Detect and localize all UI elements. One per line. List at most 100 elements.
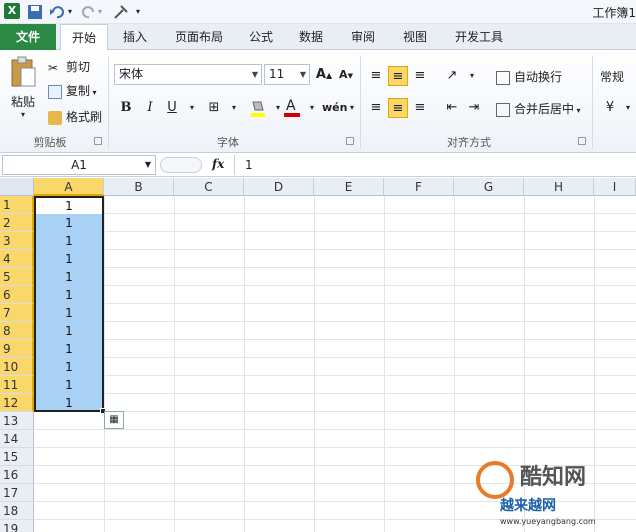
cut-button[interactable]: ✂ 剪切 [48, 58, 90, 75]
row-header-3[interactable]: 3 [0, 232, 34, 250]
gridline-horizontal [34, 213, 636, 214]
row-header-6[interactable]: 6 [0, 286, 34, 304]
row-header-11[interactable]: 11 [0, 376, 34, 394]
italic-button[interactable]: I [140, 98, 160, 118]
ribbon-home: 粘贴 ▾ ✂ 剪切 复制 ▾ 格式刷 剪贴板 宋体 ▼ 11 ▼ A▲ A▼ B … [0, 50, 636, 153]
grow-font-icon[interactable]: A▲ [314, 65, 334, 85]
alignment-launcher-icon[interactable] [578, 137, 586, 145]
cell-a3[interactable]: 1 [34, 232, 104, 250]
cell-a1[interactable]: 1 [36, 198, 102, 214]
tools-icon[interactable] [112, 3, 130, 21]
copy-button[interactable]: 复制 ▾ [48, 82, 97, 99]
column-header-e[interactable]: E [314, 178, 384, 196]
font-name-combo[interactable]: 宋体 ▼ [114, 64, 262, 85]
tab-data[interactable]: 数据 [290, 24, 332, 50]
column-header-b[interactable]: B [104, 178, 174, 196]
tab-view[interactable]: 视图 [394, 24, 436, 50]
clipboard-launcher-icon[interactable] [94, 137, 102, 145]
orientation-icon[interactable]: ↗ [442, 66, 462, 86]
phonetic-icon[interactable]: wén [322, 98, 347, 118]
tab-insert[interactable]: 插入 [114, 24, 156, 50]
cell-a12[interactable]: 1 [34, 394, 104, 412]
tab-home[interactable]: 开始 [60, 24, 108, 51]
column-header-h[interactable]: H [524, 178, 594, 196]
customize-qat-icon[interactable]: ▾ [136, 3, 154, 21]
row-header-8[interactable]: 8 [0, 322, 34, 340]
redo-icon[interactable] [80, 3, 98, 21]
font-color-dropdown-icon[interactable]: ▾ [302, 98, 322, 118]
cell-a9[interactable]: 1 [34, 340, 104, 358]
shrink-font-icon[interactable]: A▼ [336, 65, 356, 85]
align-center-icon[interactable]: ≡ [388, 98, 408, 118]
cell-a7[interactable]: 1 [34, 304, 104, 322]
column-header-g[interactable]: G [454, 178, 524, 196]
cell-a2[interactable]: 1 [34, 214, 104, 232]
align-left-icon[interactable]: ≡ [366, 98, 386, 118]
align-right-icon[interactable]: ≡ [410, 98, 430, 118]
column-header-f[interactable]: F [384, 178, 454, 196]
font-size-combo[interactable]: 11 ▼ [264, 64, 310, 85]
align-middle-icon[interactable]: ≡ [388, 66, 408, 86]
cell-a5[interactable]: 1 [34, 268, 104, 286]
row-header-14[interactable]: 14 [0, 430, 34, 448]
insert-function-icon[interactable]: fx [212, 157, 224, 171]
row-header-17[interactable]: 17 [0, 484, 34, 502]
row-header-19[interactable]: 19 [0, 520, 34, 532]
accounting-dropdown-icon[interactable]: ▾ [618, 98, 636, 118]
fill-color-icon[interactable] [248, 98, 268, 118]
borders-dropdown-icon[interactable]: ▾ [224, 98, 244, 118]
cell-a11[interactable]: 1 [34, 376, 104, 394]
tab-formulas[interactable]: 公式 [240, 24, 282, 50]
align-bottom-icon[interactable]: ≡ [410, 66, 430, 86]
formula-bar-splitter[interactable] [160, 157, 202, 173]
align-top-icon[interactable]: ≡ [366, 66, 386, 86]
row-header-18[interactable]: 18 [0, 502, 34, 520]
save-icon[interactable] [26, 3, 44, 21]
tab-page-layout[interactable]: 页面布局 [164, 24, 234, 50]
borders-icon[interactable]: ⊞ [204, 98, 224, 118]
row-header-7[interactable]: 7 [0, 304, 34, 322]
cell-a10[interactable]: 1 [34, 358, 104, 376]
row-header-12[interactable]: 12 [0, 394, 34, 412]
row-header-5[interactable]: 5 [0, 268, 34, 286]
row-header-4[interactable]: 4 [0, 250, 34, 268]
format-painter-button[interactable]: 格式刷 [48, 108, 102, 125]
row-header-9[interactable]: 9 [0, 340, 34, 358]
underline-dropdown-icon[interactable]: ▾ [182, 98, 202, 118]
wrap-text-button[interactable]: 自动换行 [496, 68, 562, 85]
column-header-d[interactable]: D [244, 178, 314, 196]
column-header-i[interactable]: I [594, 178, 636, 196]
name-box[interactable]: A1 ▼ [2, 155, 156, 175]
row-header-13[interactable]: 13 [0, 412, 34, 430]
excel-logo-icon[interactable]: X [4, 3, 20, 19]
formula-input[interactable]: 1 [234, 155, 636, 175]
tab-developer[interactable]: 开发工具 [446, 24, 512, 50]
row-header-16[interactable]: 16 [0, 466, 34, 484]
column-header-c[interactable]: C [174, 178, 244, 196]
cell-a8[interactable]: 1 [34, 322, 104, 340]
row-header-15[interactable]: 15 [0, 448, 34, 466]
row-header-2[interactable]: 2 [0, 214, 34, 232]
cell-a4[interactable]: 1 [34, 250, 104, 268]
undo-icon[interactable] [48, 3, 66, 21]
phonetic-dropdown-icon[interactable]: ▾ [342, 98, 362, 118]
row-header-1[interactable]: 1 [0, 196, 34, 214]
accounting-format-icon[interactable]: ¥ [600, 98, 620, 118]
column-header-a[interactable]: A [34, 178, 104, 196]
select-all-corner[interactable] [0, 178, 34, 196]
paste-button[interactable]: 粘贴 ▾ [6, 56, 40, 130]
row-header-10[interactable]: 10 [0, 358, 34, 376]
merge-center-button[interactable]: 合并后居中 ▾ [496, 100, 581, 117]
decrease-indent-icon[interactable]: ⇤ [442, 98, 462, 118]
font-launcher-icon[interactable] [346, 137, 354, 145]
tab-review[interactable]: 审阅 [342, 24, 384, 50]
orientation-dropdown-icon[interactable]: ▾ [462, 66, 482, 86]
underline-button[interactable]: U [162, 98, 182, 118]
auto-fill-options-icon[interactable]: ▦ [104, 411, 124, 429]
number-format-combo[interactable]: 常规 [600, 68, 624, 85]
increase-indent-icon[interactable]: ⇥ [464, 98, 484, 118]
font-color-icon[interactable]: A [282, 96, 302, 117]
tab-file[interactable]: 文件 [0, 24, 56, 50]
cell-a6[interactable]: 1 [34, 286, 104, 304]
bold-button[interactable]: B [116, 98, 136, 118]
